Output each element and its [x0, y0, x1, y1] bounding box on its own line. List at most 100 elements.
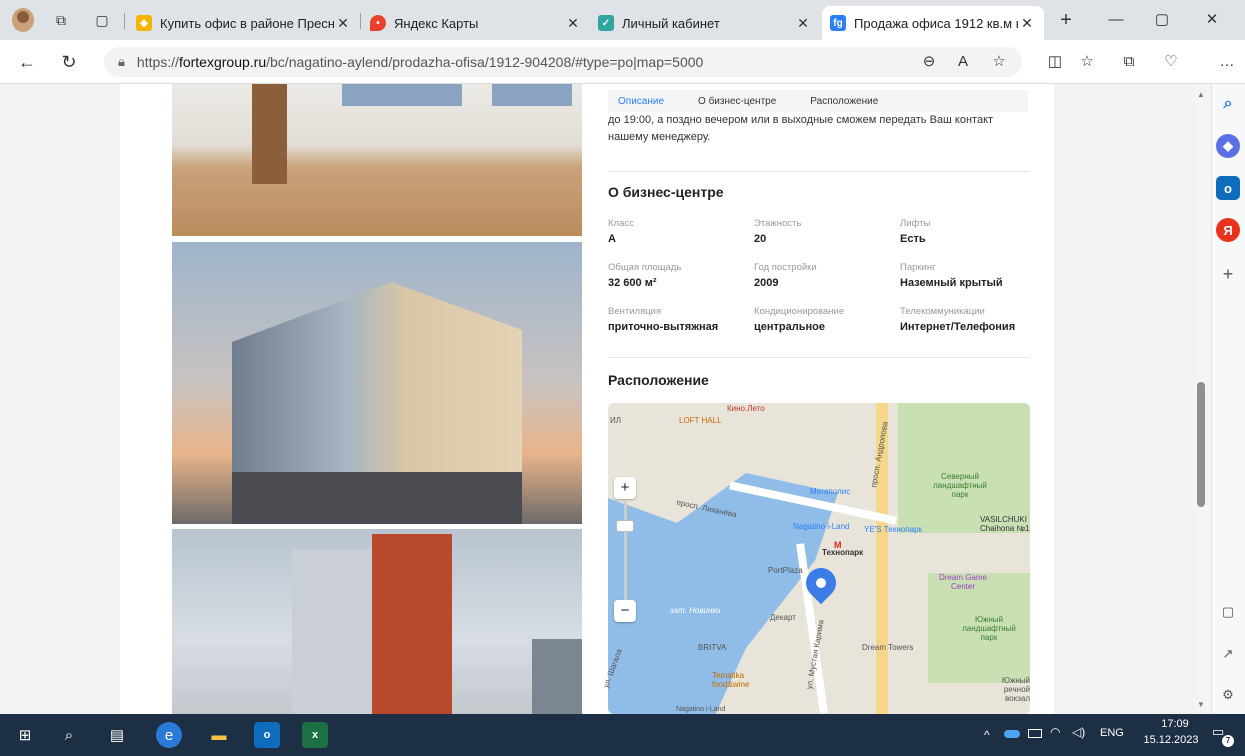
battery-icon[interactable] — [1028, 729, 1042, 738]
map-zoom-slider[interactable] — [624, 502, 627, 602]
zoom-icon[interactable]: ⊖ — [916, 50, 942, 74]
map-zoom-out-button[interactable]: − — [614, 600, 636, 622]
map-label: Dream Towers — [862, 643, 914, 652]
read-aloud-icon[interactable]: A — [950, 50, 976, 74]
ventilation-label: Вентиляция — [608, 306, 662, 317]
extensions-icon[interactable]: ♡ — [1158, 50, 1184, 74]
tab-separator — [360, 13, 361, 29]
year-built-label: Год постройки — [754, 262, 817, 273]
scroll-thumb[interactable] — [1197, 382, 1205, 507]
year-built-value: 2009 — [754, 277, 779, 289]
about-title: О бизнес-центре — [608, 184, 724, 200]
taskbar-search-icon[interactable]: ⌕ — [56, 722, 82, 748]
building-photo[interactable] — [172, 242, 582, 524]
language-indicator[interactable]: ENG — [1100, 727, 1124, 739]
new-tab-button[interactable]: + — [1046, 8, 1086, 32]
map-label: зат. Новинки — [670, 606, 721, 615]
lock-icon: 🔒︎ — [118, 54, 125, 69]
class-label: Класс — [608, 218, 634, 229]
favorites-icon[interactable]: ☆ — [1074, 50, 1100, 74]
office-interior-photo[interactable] — [172, 84, 582, 236]
sidebar-layout-icon[interactable]: ▢ — [1216, 600, 1240, 624]
scroll-down-arrow[interactable]: ▼ — [1197, 700, 1205, 709]
conditioning-label: Кондиционирование — [754, 306, 845, 317]
map-label: VASILCHUKI Chaihona №1 — [980, 515, 1030, 533]
profile-avatar[interactable] — [12, 8, 34, 32]
url-field[interactable]: 🔒︎ https://fortexgroup.ru/bc/nagatino-ay… — [104, 47, 1022, 77]
map-label: Dream Game Center — [938, 573, 987, 591]
floors-value: 20 — [754, 233, 767, 245]
collections-icon[interactable]: ⧉ — [1116, 50, 1142, 74]
tab-yandex-maps[interactable]: • Яндекс Карты ✕ — [362, 6, 590, 40]
volume-icon[interactable]: ◁) — [1072, 725, 1085, 739]
yandex-icon[interactable]: Я — [1216, 218, 1240, 242]
tab-actions-icon[interactable]: ▢ — [92, 10, 112, 30]
divider — [608, 171, 1030, 172]
divider — [608, 357, 1030, 358]
location-map[interactable] — [608, 403, 1030, 714]
clock-time[interactable]: 17:09 — [1150, 718, 1200, 730]
close-tab-icon[interactable]: ✕ — [1018, 15, 1036, 32]
tower-photo[interactable] — [172, 529, 582, 714]
favorite-star-icon[interactable]: ☆ — [986, 50, 1012, 74]
nav-location-tab[interactable]: Расположение — [810, 96, 878, 107]
conditioning-value: центральное — [754, 321, 825, 333]
copilot-icon[interactable]: ◆ — [1216, 134, 1240, 158]
elevators-label: Лифты — [900, 218, 931, 229]
map-label: PortPlaza — [768, 566, 803, 575]
total-area-label: Общая площадь — [608, 262, 682, 273]
tab-buy-office[interactable]: ◆ Купить офис в районе Пресне ✕ — [128, 6, 360, 40]
excel-taskbar-icon[interactable]: x — [302, 722, 328, 748]
map-zoom-handle[interactable] — [616, 520, 634, 532]
location-title: Расположение — [608, 372, 709, 388]
telecom-label: Телекоммуникации — [900, 306, 985, 317]
search-icon[interactable]: ⌕ — [1216, 92, 1240, 116]
ventilation-value: приточно-вытяжная — [608, 321, 719, 333]
settings-gear-icon[interactable]: ⚙ — [1216, 683, 1240, 707]
class-value: А — [608, 233, 616, 245]
clock-date[interactable]: 15.12.2023 — [1138, 734, 1204, 746]
file-explorer-icon[interactable]: ▬ — [206, 722, 232, 748]
map-label: Технопарк — [822, 548, 864, 557]
map-label: BRITVA — [698, 643, 727, 652]
onedrive-icon[interactable] — [1004, 730, 1020, 738]
map-label: Nagatino i-Land — [676, 706, 726, 713]
refresh-button[interactable]: ↻ — [56, 50, 82, 74]
tray-overflow-icon[interactable]: ^ — [984, 728, 990, 742]
map-pin-favicon-icon: • — [370, 15, 386, 31]
minimize-button[interactable]: — — [1096, 8, 1136, 32]
floors-label: Этажность — [754, 218, 802, 229]
split-screen-icon[interactable]: ◫ — [1042, 50, 1068, 74]
workspaces-icon[interactable]: ⧉ — [51, 10, 71, 30]
tab-separator — [124, 13, 125, 29]
restore-button[interactable]: ▢ — [1142, 8, 1182, 32]
more-menu-icon[interactable]: … — [1214, 50, 1240, 74]
back-button[interactable]: ← — [14, 50, 40, 74]
scroll-up-arrow[interactable]: ▲ — [1197, 90, 1205, 99]
account-favicon-icon: ✓ — [598, 15, 614, 31]
wifi-icon[interactable]: ◠ — [1050, 725, 1060, 739]
tab-personal-account[interactable]: ✓ Личный кабинет ✕ — [590, 6, 820, 40]
outlook-icon[interactable]: o — [1216, 176, 1240, 200]
close-tab-icon[interactable]: ✕ — [564, 15, 582, 32]
nav-about-tab[interactable]: О бизнес-центре — [698, 96, 776, 107]
telecom-value: Интернет/Телефония — [900, 321, 1016, 333]
task-view-icon[interactable]: ▤ — [104, 722, 130, 748]
edge-taskbar-icon[interactable]: e — [156, 722, 182, 748]
close-tab-icon[interactable]: ✕ — [334, 15, 352, 32]
outlook-taskbar-icon[interactable]: o — [254, 722, 280, 748]
add-sidebar-app-icon[interactable]: + — [1216, 262, 1240, 286]
map-zoom-in-button[interactable]: + — [614, 477, 636, 499]
open-external-icon[interactable]: ↗ — [1216, 642, 1240, 666]
windows-start-icon[interactable]: ⊞ — [12, 722, 38, 748]
map-label: LOFT HALL — [679, 416, 722, 425]
map-label: ИЛ — [610, 416, 621, 425]
nav-description-tab[interactable]: Описание — [618, 96, 664, 107]
tab-office-sale[interactable]: fg Продажа офиса 1912 кв.м в би ✕ — [822, 6, 1044, 40]
close-tab-icon[interactable]: ✕ — [794, 15, 812, 32]
description-text: до 19:00, а поздно вечером или в выходны… — [608, 114, 994, 143]
map-label: Nagatino i-Land — [793, 522, 850, 531]
map-label: Южный речной вокзал — [1001, 676, 1030, 703]
section-nav: Описание О бизнес-центре Расположение — [608, 90, 1028, 112]
close-window-button[interactable]: ✕ — [1192, 8, 1232, 32]
